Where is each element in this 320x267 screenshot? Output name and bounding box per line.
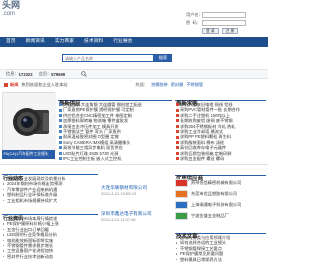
latest-purchase-list: 求购大量废旧电缆 铜线 铝线 采购PVC管材管件一批 长期合作 求购二手注塑机 …	[175, 102, 266, 161]
site-logo[interactable]: 头网	[2, 0, 20, 11]
lower-content: 行业动态 胶粘带行业发展现状及前景分析 2024年钢材市场价格走势预测 汽车零部…	[0, 164, 268, 267]
latest-supply-box: 最新供应 大连圆钢 大连角钢 大连圆管 钢材加工配送 厂家直销PE保护膜 透明保…	[58, 92, 172, 162]
supplier-logo	[175, 178, 188, 187]
info-count: 173322	[18, 71, 33, 77]
supplier-logo	[175, 200, 188, 209]
supplier-entry[interactable]: 东莞市优品塑胶有限公司	[175, 189, 266, 198]
username-label: 用户名：	[186, 12, 203, 17]
tech-articles-header: 技术文章	[175, 225, 266, 240]
password-label: 密 码：	[186, 20, 201, 25]
tech-articles-box: 技术文章 胶带的分类与应用领域介绍 如何选择合适的工业镜头 不锈钢管焊接工艺要点…	[175, 225, 266, 265]
register-button[interactable]: 注 册	[221, 28, 239, 34]
site-stats: 信息： 173322 会员： 579699	[0, 69, 268, 79]
password-input[interactable]	[202, 20, 246, 26]
hot-word[interactable]: 泡棉胶带	[151, 82, 168, 88]
news-item[interactable]: 工业相机市场规模持续扩大	[2, 198, 98, 203]
nav-item-tech[interactable]: 技术资料	[84, 37, 103, 47]
login-form: 用户名： 密 码： 登 录 注 册	[186, 12, 266, 36]
supplier-logo	[175, 211, 188, 220]
featured-product-image[interactable]	[2, 92, 56, 151]
lens-highlight	[23, 118, 27, 122]
quality-suppliers-header: 优质供应商	[175, 167, 266, 182]
supplier-name: 上海瑞通电子科技有限公司	[191, 201, 242, 207]
industry-news-box: 行业资讯 大连钢材市场本周行情综述 PE保护膜原料价格小幅上涨 五金行业出口订单…	[2, 207, 98, 263]
supply-item[interactable]: IPC工业控制主板 嵌入式工控机	[58, 156, 172, 161]
site-header: 头网 .com 用户名： 密 码： 登 录 注 册	[0, 0, 268, 37]
latest-supply-header: 最新供应	[58, 92, 172, 107]
supplier-entry[interactable]: 苏州恒信精密机械有限公司	[175, 178, 266, 187]
notice-text[interactable]: 热烈欢迎各企业入驻本站	[21, 82, 131, 88]
supplier-name: 东莞市优品塑胶有限公司	[191, 190, 238, 196]
page: 头网 .com 用户名： 密 码： 登 录 注 册 首页 新闻资讯 实力商家 技…	[0, 0, 268, 267]
supplier-logo	[175, 189, 188, 198]
purchase-item[interactable]: 求购五金配件 螺丝 螺母	[175, 156, 266, 161]
login-button[interactable]: 登 录	[202, 28, 219, 34]
new-companies: 大连华联钢材有限公司 2024-3-21 15:55:23 深圳市鑫达电子有限公…	[101, 165, 172, 265]
latest-purchase-box: 最新求购 求购大量废旧电缆 铜线 铝线 采购PVC管材管件一批 长期合作 求购二…	[175, 92, 266, 162]
main-content: PA(CA)1汽车配件工业镜头 最新供应 大连圆钢 大连角钢 大连圆管 钢材加工…	[0, 91, 268, 163]
lens-image	[3, 93, 56, 151]
main-nav: 首页 新闻资讯 实力商家 技术资料 行业展会	[0, 37, 268, 47]
featured-product-caption[interactable]: PA(CA)1汽车配件工业镜头	[2, 150, 55, 159]
member-count: 579699	[51, 71, 66, 77]
login-actions: 登 录 注 册	[202, 28, 241, 34]
site-logo-domain: .com	[2, 11, 16, 17]
notice-label: 新闻	[10, 82, 19, 87]
username-row: 用户名：	[186, 12, 246, 18]
password-row: 密 码：	[186, 20, 246, 26]
quality-suppliers-box: 优质供应商 苏州恒信精密机械有限公司 东莞市优品塑胶有限公司 上海瑞通电子科技有…	[175, 167, 266, 223]
industry-dynamics-box: 行业动态 胶粘带行业发展现状及前景分析 2024年钢材市场价格走势预测 汽车零部…	[2, 167, 98, 205]
search-button[interactable]: 搜索	[154, 54, 172, 62]
supplier-name: 宁波金盛五金制品厂	[191, 212, 229, 218]
latest-purchase-header: 最新求购	[175, 92, 266, 107]
lens-glass	[21, 116, 33, 128]
notice-icon	[4, 83, 8, 87]
industry-news-header: 行业资讯	[2, 207, 98, 222]
lens-mount	[43, 113, 49, 131]
tech-articles-list: 胶带的分类与应用领域介绍 如何选择合适的工业镜头 不锈钢管焊接工艺要点 PE保护…	[175, 235, 266, 262]
industry-dynamics-list: 胶粘带行业发展现状及前景分析 2024年钢材市场价格走势预测 汽车零部件产业迎来…	[2, 176, 98, 203]
hot-word[interactable]: 不锈钢管	[186, 82, 203, 88]
supplier-entry[interactable]: 上海瑞通电子科技有限公司	[175, 200, 266, 209]
article-item[interactable]: 塑料模具日常保养方法	[175, 257, 266, 262]
company-date: 2024-3-12 11:07:46	[101, 217, 136, 222]
username-input[interactable]	[202, 12, 246, 18]
member-count-label: 会员：	[38, 71, 52, 76]
industry-news-list: 大连钢材市场本周行情综述 PE保护膜原料价格小幅上涨 五金行业出口订单回暖 LE…	[2, 216, 98, 259]
latest-supply-list: 大连圆钢 大连角钢 大连圆管 钢材加工配送 厂家直销PE保护膜 透明保护膜 可定…	[58, 102, 172, 161]
hot-search-label: 热搜：	[135, 82, 148, 87]
notice-bar: 新闻 热烈欢迎各企业入驻本站 热搜： 泡棉胶带 密封圈 不锈钢管	[0, 80, 268, 90]
nav-item-news[interactable]: 新闻资讯	[26, 37, 45, 47]
news-item[interactable]: 密封件行业技术创新动态	[2, 254, 98, 259]
industry-dynamics-header: 行业动态	[2, 167, 98, 182]
info-count-label: 信息：	[6, 71, 19, 76]
company-date: 2024-3-21 15:55:23	[101, 191, 136, 196]
nav-item-home[interactable]: 首页	[6, 37, 16, 47]
search-icon[interactable]	[81, 71, 87, 77]
search-input[interactable]	[62, 54, 154, 62]
search-bar: 搜索	[0, 48, 268, 69]
nav-item-merchants[interactable]: 实力商家	[55, 37, 74, 47]
supplier-name: 苏州恒信精密机械有限公司	[191, 179, 242, 185]
hot-word[interactable]: 密封圈	[171, 82, 184, 88]
supplier-entry[interactable]: 宁波金盛五金制品厂	[175, 211, 266, 220]
nav-item-expo[interactable]: 行业展会	[113, 37, 132, 47]
